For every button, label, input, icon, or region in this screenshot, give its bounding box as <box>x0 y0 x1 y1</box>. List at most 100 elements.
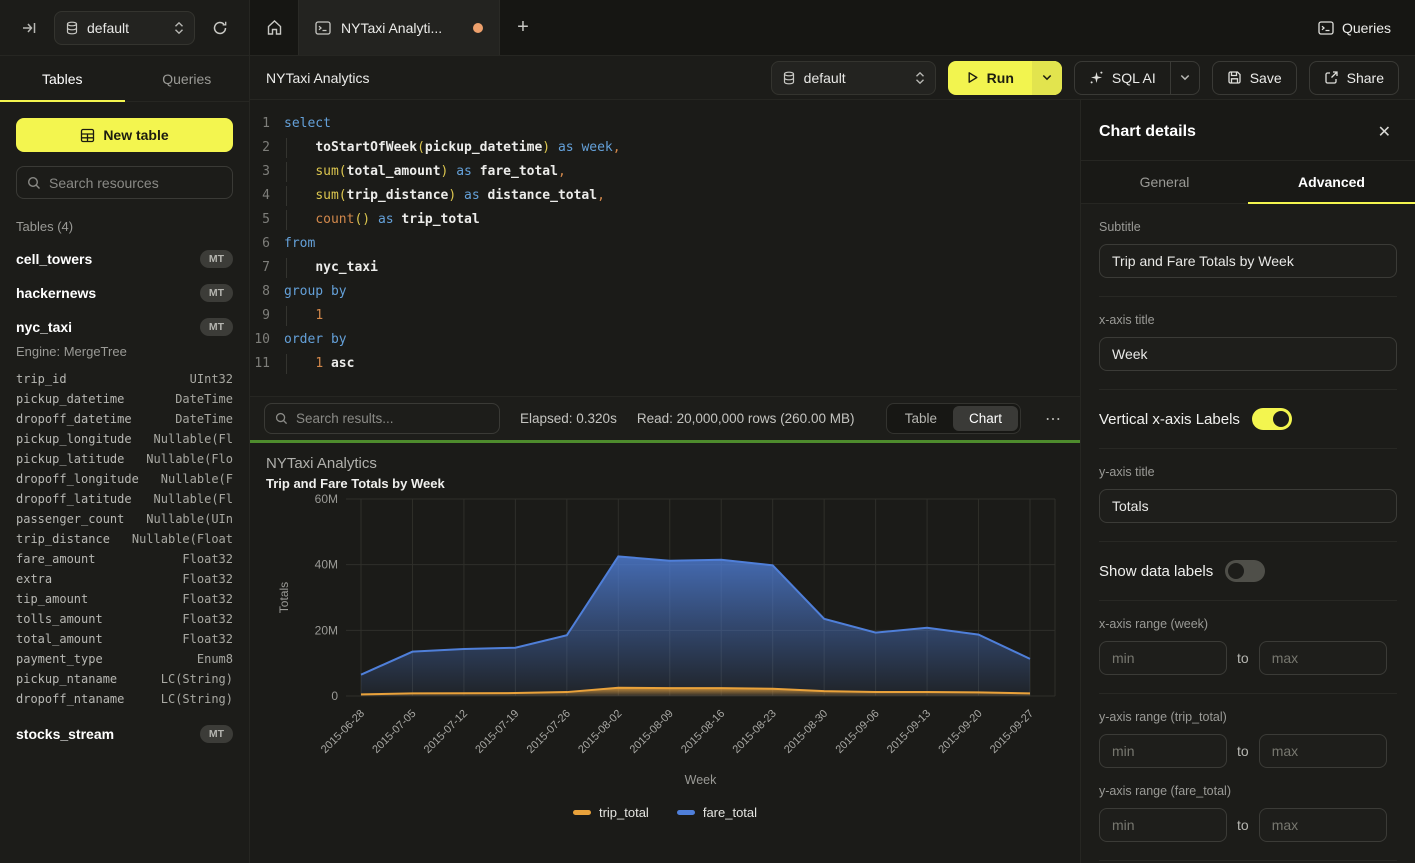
refresh-icon[interactable] <box>205 13 235 43</box>
editor-line: 9 1 <box>250 304 1080 328</box>
run-dropdown-icon[interactable] <box>1032 61 1062 95</box>
panel-header: Chart details ✕ <box>1081 100 1415 160</box>
legend-label: fare_total <box>703 805 757 820</box>
sql-ai-button[interactable]: SQL AI <box>1074 61 1200 95</box>
y-range-trip-to-label: to <box>1237 743 1249 759</box>
subtitle-field-group: Subtitle <box>1099 204 1397 297</box>
more-options-icon[interactable]: ⋯ <box>1041 409 1066 429</box>
show-data-labels-row: Show data labels <box>1099 542 1397 601</box>
vertical-labels-row: Vertical x-axis Labels <box>1099 390 1397 449</box>
panel-body: Subtitle x-axis title Vertical x-axis La… <box>1081 204 1415 863</box>
column-row: pickup_datetimeDateTime <box>16 389 233 409</box>
chart-legend: trip_total fare_total <box>266 805 1064 820</box>
view-toggle: Table Chart <box>886 403 1021 434</box>
column-row: pickup_longitudeNullable(Fl <box>16 429 233 449</box>
run-button[interactable]: Run <box>948 61 1062 95</box>
home-icon[interactable] <box>250 0 298 55</box>
queries-label: Queries <box>1342 20 1391 36</box>
view-toggle-table[interactable]: Table <box>889 406 953 431</box>
search-icon <box>275 412 288 425</box>
table-row[interactable]: stocks_stream MT <box>16 725 233 743</box>
search-resources-input[interactable] <box>49 175 230 191</box>
chevron-updown-icon <box>174 21 184 35</box>
share-button[interactable]: Share <box>1309 61 1399 95</box>
results-chart[interactable]: 020M40M60MTotals2015-06-282015-07-052015… <box>266 491 1064 803</box>
search-results-input[interactable] <box>296 411 489 426</box>
engine-badge: MT <box>200 725 233 743</box>
svg-text:2015-09-20: 2015-09-20 <box>936 708 984 756</box>
column-row: trip_distanceNullable(Float <box>16 529 233 549</box>
chart-container: NYTaxi Analytics Trip and Fare Totals by… <box>250 443 1080 863</box>
query-header: NYTaxi Analytics default <box>250 56 1415 100</box>
topbar-left: default <box>0 0 250 55</box>
y-range-trip-label: y-axis range (trip_total) <box>1099 710 1397 724</box>
column-row: extraFloat32 <box>16 569 233 589</box>
query-database-value: default <box>804 70 907 86</box>
save-icon <box>1227 70 1242 85</box>
svg-text:20M: 20M <box>315 623 338 637</box>
y-range-fare-label: y-axis range (fare_total) <box>1099 784 1397 798</box>
app-window: default NYTaxi Analyti... + <box>0 0 1415 863</box>
editor-line: 10order by <box>250 328 1080 352</box>
table-engine: Engine: MergeTree <box>16 344 233 359</box>
sql-ai-label: SQL AI <box>1112 70 1156 86</box>
y-range-trip-max-input[interactable] <box>1259 734 1387 768</box>
new-tab-icon[interactable]: + <box>500 0 546 55</box>
tables-section-title: Tables (4) <box>16 219 233 234</box>
x-axis-title-input[interactable] <box>1099 337 1397 371</box>
close-icon[interactable]: ✕ <box>1378 122 1391 142</box>
column-row: pickup_ntanameLC(String) <box>16 669 233 689</box>
sql-ai-dropdown-icon[interactable] <box>1170 62 1199 94</box>
console-icon <box>1318 21 1334 35</box>
legend-swatch <box>677 810 695 815</box>
share-label: Share <box>1347 70 1384 86</box>
legend-item-fare_total[interactable]: fare_total <box>677 805 757 820</box>
engine-badge: MT <box>200 284 233 302</box>
table-name: stocks_stream <box>16 726 114 742</box>
table-row[interactable]: cell_towersMT <box>16 250 233 268</box>
view-toggle-chart[interactable]: Chart <box>953 406 1018 431</box>
subtitle-field-label: Subtitle <box>1099 220 1397 234</box>
y-axis-title-input[interactable] <box>1099 489 1397 523</box>
x-range-label: x-axis range (week) <box>1099 617 1397 631</box>
x-range-field-group: x-axis range (week) to <box>1099 601 1397 694</box>
subtitle-input[interactable] <box>1099 244 1397 278</box>
sidebar-body: New table Tables (4) cell_towersMThacker… <box>0 102 249 759</box>
queries-button[interactable]: Queries <box>1318 20 1391 36</box>
database-selector[interactable]: default <box>54 11 195 45</box>
table-row[interactable]: hackernewsMT <box>16 284 233 302</box>
y-range-fare-min-input[interactable] <box>1099 808 1227 842</box>
legend-item-trip_total[interactable]: trip_total <box>573 805 649 820</box>
table-row[interactable]: nyc_taxiMT <box>16 318 233 336</box>
column-row: tip_amountFloat32 <box>16 589 233 609</box>
run-label: Run <box>987 70 1014 86</box>
read-stat: Read: 20,000,000 rows (260.00 MB) <box>637 411 855 426</box>
svg-text:2015-09-27: 2015-09-27 <box>988 708 1036 756</box>
y-range-trip-min-input[interactable] <box>1099 734 1227 768</box>
sql-editor[interactable]: 1select2 toStartOfWeek(pickup_datetime) … <box>250 100 1080 396</box>
panel-title: Chart details <box>1099 123 1196 141</box>
show-data-labels-toggle[interactable] <box>1225 560 1265 582</box>
x-range-max-input[interactable] <box>1259 641 1387 675</box>
panel-tab-advanced[interactable]: Advanced <box>1248 161 1415 203</box>
legend-label: trip_total <box>599 805 649 820</box>
show-data-labels-label: Show data labels <box>1099 563 1213 580</box>
vertical-labels-toggle[interactable] <box>1252 408 1292 430</box>
save-button[interactable]: Save <box>1212 61 1297 95</box>
column-row: dropoff_ntanameLC(String) <box>16 689 233 709</box>
collapse-sidebar-icon[interactable] <box>14 13 44 43</box>
x-range-min-input[interactable] <box>1099 641 1227 675</box>
tab-nytaxi-analytics[interactable]: NYTaxi Analyti... <box>298 0 500 55</box>
topbar-right: Queries <box>1318 0 1415 55</box>
panel-tab-general[interactable]: General <box>1081 161 1248 203</box>
svg-text:2015-07-12: 2015-07-12 <box>422 708 470 756</box>
new-table-button[interactable]: New table <box>16 118 233 152</box>
sidebar-tab-tables[interactable]: Tables <box>0 56 125 101</box>
results-search <box>264 403 500 434</box>
query-database-selector[interactable]: default <box>771 61 936 95</box>
sidebar-tab-queries[interactable]: Queries <box>125 56 250 101</box>
y-range-fare-max-input[interactable] <box>1259 808 1387 842</box>
svg-text:2015-09-13: 2015-09-13 <box>885 708 933 756</box>
column-row: pickup_latitudeNullable(Flo <box>16 449 233 469</box>
svg-text:2015-08-02: 2015-08-02 <box>576 708 624 756</box>
